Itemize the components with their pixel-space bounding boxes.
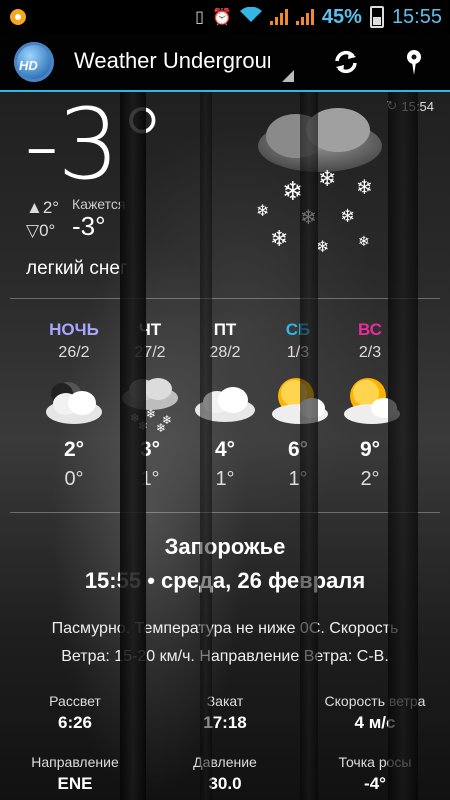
separator-dot: • [147, 568, 162, 593]
detail-label: Скорость ветра [324, 693, 426, 709]
detail-value: -4° [364, 774, 386, 793]
detail-label: Точка росы [338, 754, 412, 770]
svg-text:❄: ❄ [318, 167, 336, 192]
status-bar: ▯ ⏰ 45% 15:55 [0, 0, 450, 34]
battery-icon [369, 6, 384, 28]
refresh-icon [335, 50, 357, 74]
forecast-description: Пасмурно. Температура не ниже 0С. Скорос… [30, 615, 420, 671]
svg-text:❄: ❄ [356, 175, 373, 199]
detail-dew-point: Точка росы -4° [300, 754, 450, 794]
svg-text:❄: ❄ [256, 201, 269, 220]
forecast: НОЧЬ 26/2 2° 0° ЧТ 27/2 ❄❄❄❄❄ [0, 320, 450, 500]
local-datetime: 15:55 • среда, 26 февраля [0, 568, 450, 594]
tree-trunk [300, 90, 318, 800]
snow-cloud-icon: ❄ ❄ ❄ ❄ ❄ ❄ ❄ ❄ ❄ [256, 108, 382, 256]
forecast-day[interactable]: НОЧЬ 26/2 2° 0° [38, 320, 110, 491]
forecast-day-name: НОЧЬ [49, 320, 99, 339]
location-dropdown[interactable]: Weather Underground [74, 48, 270, 74]
high-low: ▲2° ▽0° [26, 196, 59, 242]
low-temp: ▽0° [26, 221, 56, 240]
detail-label: Давление [193, 754, 257, 770]
detail-label: Закат [206, 693, 244, 709]
svg-text:❄: ❄ [358, 234, 370, 250]
tree-trunk [120, 90, 146, 800]
forecast-low: 1° [288, 468, 308, 490]
divider [10, 512, 440, 513]
forecast-high: 6° [287, 438, 309, 461]
svg-text:❄: ❄ [270, 227, 288, 252]
tree-trunk [200, 90, 212, 800]
svg-text:❄: ❄ [340, 206, 355, 227]
forecast-date: 26/2 [58, 344, 90, 361]
location-pin-icon [407, 50, 421, 75]
forecast-low: 0° [64, 468, 84, 490]
signal-icon [269, 9, 288, 25]
local-date: среда, 26 февраля [161, 568, 366, 593]
city-name: Запорожье [164, 534, 286, 559]
detail-sunset: Закат 17:18 [150, 693, 300, 733]
feels-like-label: Кажется [72, 196, 126, 212]
signal-icon [295, 9, 314, 25]
description-line: Ветра: 15-20 км/ч. Направление Ветра: С-… [61, 648, 389, 665]
partly-sunny-icon [272, 378, 328, 424]
feels-like-value: -3° [72, 211, 106, 241]
refresh-button[interactable] [328, 44, 364, 80]
night-cloud-icon [46, 382, 102, 424]
description-line: Пасмурно. Температура не ниже 0С. Скорос… [51, 620, 399, 637]
svg-text:❄: ❄ [316, 237, 329, 256]
app-logo-icon[interactable]: HD [14, 42, 54, 82]
vibrate-icon: ▯ [195, 9, 204, 26]
clock: 15:55 [391, 5, 442, 28]
svg-text:❄: ❄ [156, 421, 166, 432]
forecast-date: 1/3 [286, 344, 310, 361]
forecast-day-name: СБ [285, 320, 311, 339]
divider [10, 298, 440, 299]
dropdown-indicator-icon [282, 70, 294, 82]
alarm-icon: ⏰ [211, 9, 232, 26]
detail-value: 30.0 [208, 774, 242, 793]
forecast-high: 2° [63, 438, 85, 461]
condition-text: легкий снег [26, 258, 127, 279]
location-button[interactable] [396, 44, 432, 80]
wifi-icon [239, 6, 262, 28]
forecast-day[interactable]: СБ 1/3 6° 1° [262, 320, 334, 491]
detail-wind-speed: Скорость ветра 4 м/с [300, 693, 450, 733]
detail-value: 4 м/с [354, 713, 396, 732]
detail-value: 17:18 [203, 713, 247, 732]
notification-icon [10, 9, 26, 25]
high-temp: ▲2° [26, 198, 60, 217]
detail-pressure: Давление 30.0 [150, 754, 300, 794]
feels-like: Кажется -3° [72, 196, 125, 242]
battery-percent: 45% [321, 5, 362, 28]
action-bar: HD Weather Underground [0, 34, 450, 92]
tree-trunk [388, 90, 418, 800]
